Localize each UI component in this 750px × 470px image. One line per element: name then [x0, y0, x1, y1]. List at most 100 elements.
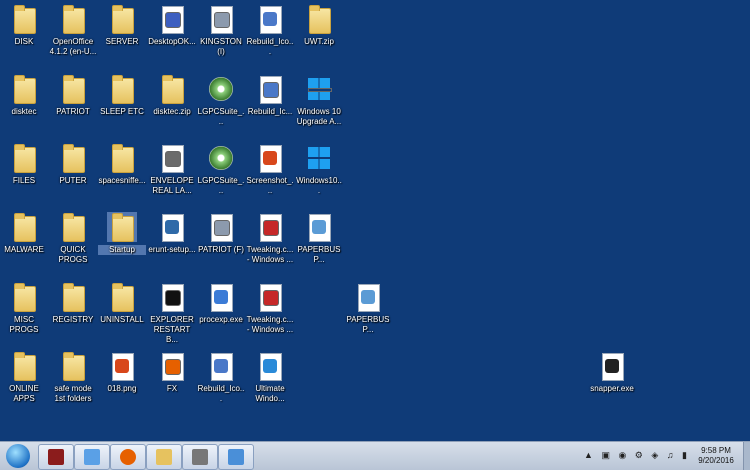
desktop-icon-procexp[interactable]: procexp.exe: [197, 282, 245, 325]
clock-date: 9/20/2016: [698, 456, 734, 465]
folder-icon: [9, 351, 39, 381]
folder-icon: [58, 212, 88, 242]
grid-app-icon: [157, 4, 187, 34]
folder-icon: [9, 74, 39, 104]
desktop-icon-lgpcsuite-2[interactable]: LGPCSuite_...: [197, 143, 245, 196]
desktop-icon-paperbusp-2[interactable]: PAPERBUSP...: [344, 282, 392, 335]
desktop-icon-uwt-zip[interactable]: UWT.zip: [295, 4, 343, 47]
folder-icon: [107, 4, 137, 34]
camera-icon: [597, 351, 627, 381]
image-file-icon: [304, 212, 334, 242]
folder-icon: [156, 449, 172, 465]
desktop-icon-tweaking-1[interactable]: Tweaking.c... - Windows ...: [246, 212, 294, 265]
folder-icon: [107, 282, 137, 312]
desktop-icon-openoffice[interactable]: OpenOffice 4.1.2 (en-U...: [49, 4, 97, 57]
zip-folder-icon: [304, 4, 334, 34]
desktop-icon-explorer-restart[interactable]: EXPLORER RESTART B...: [148, 282, 196, 345]
desktop-icon-kingston[interactable]: KINGSTON (I): [197, 4, 245, 57]
system-tray[interactable]: ▲ ▣ ◉ ⚙ ◈ ♫ ▮: [584, 450, 690, 461]
desktop-icon-spacesniffer[interactable]: spacesniffe...: [98, 143, 146, 186]
desktop-icon-rebuild-ico-1[interactable]: Rebuild_Ico...: [246, 4, 294, 57]
desktop-icon-rebuild-ico-3[interactable]: Rebuild_Ico...: [197, 351, 245, 404]
folder-icon: [107, 143, 137, 173]
desktop-icon-lgpcsuite-1[interactable]: LGPCSuite_...: [197, 74, 245, 127]
folder-icon: [58, 282, 88, 312]
image-file-icon: [255, 143, 285, 173]
desktop-icon-018-png[interactable]: 018.png: [98, 351, 146, 394]
desktop-icon-erunt-setup[interactable]: erunt-setup...: [148, 212, 196, 255]
clock[interactable]: 9:58 PM 9/20/2016: [692, 446, 740, 466]
printer-document-icon: [157, 143, 187, 173]
desktop-icon-paperbusp-1[interactable]: PAPERBUSP...: [295, 212, 343, 265]
zip-folder-icon: [157, 74, 187, 104]
taskbar-explorer-button[interactable]: [146, 444, 182, 470]
desktop-icon-disk[interactable]: DISK: [0, 4, 48, 47]
desktop-icon-safe-mode[interactable]: safe mode 1st folders: [49, 351, 97, 404]
folder-icon: [107, 212, 137, 242]
desktop-icon-rebuild-ic-2[interactable]: Rebuild_Ic...: [246, 74, 294, 117]
gear-document-icon: [255, 4, 285, 34]
desktop-icon-files[interactable]: FILES: [0, 143, 48, 186]
usb-drive-icon: [206, 212, 236, 242]
desktop-icon-server[interactable]: SERVER: [98, 4, 146, 47]
desktop-icon-quick-progs[interactable]: QUICK PROGS: [49, 212, 97, 265]
desktop-icon-online-apps[interactable]: ONLINE APPS: [0, 351, 48, 404]
taskbar-firefox-button[interactable]: [110, 444, 146, 470]
desktop-icon-disktec[interactable]: disktec: [0, 74, 48, 117]
window-icon: [84, 449, 100, 465]
installer-icon: [157, 212, 187, 242]
taskbar-app-button[interactable]: [74, 444, 110, 470]
show-desktop-button[interactable]: [743, 442, 750, 470]
desktop-icon-registry[interactable]: REGISTRY: [49, 282, 97, 325]
clipboard-icon: [192, 449, 208, 465]
folder-icon: [58, 351, 88, 381]
desktop-icon-screenshot[interactable]: Screenshot_...: [246, 143, 294, 196]
taskbar-calculator-button[interactable]: [38, 444, 74, 470]
desktop-icon-envelope[interactable]: ENVELOPE REAL LA...: [148, 143, 196, 196]
folder-icon: [9, 212, 39, 242]
firefox-document-icon: [157, 351, 187, 381]
folder-icon: [9, 143, 39, 173]
desktop-icon-desktopok[interactable]: DesktopOK...: [148, 4, 196, 47]
folder-icon: [107, 74, 137, 104]
start-button[interactable]: [6, 444, 30, 468]
disc-icon: [206, 143, 236, 173]
desktop-icon-disktec-zip[interactable]: disktec.zip: [148, 74, 196, 117]
disc-icon: [206, 74, 236, 104]
desktop-icon-startup[interactable]: Startup: [98, 212, 146, 255]
desktop-icon-malware[interactable]: MALWARE: [0, 212, 48, 255]
desktop-icon-misc-progs[interactable]: MISC PROGS: [0, 282, 48, 335]
desktop-icon-patriot-f[interactable]: PATRIOT (F): [197, 212, 245, 255]
desktop-icon-uninstall[interactable]: UNINSTALL: [98, 282, 146, 325]
taskbar-clipboard-button[interactable]: [182, 444, 218, 470]
image-file-icon: [353, 282, 383, 312]
windows-logo-icon: [304, 143, 334, 173]
desktop-icon-windows10[interactable]: Windows10...: [295, 143, 343, 196]
firefox-icon: [120, 449, 136, 465]
desktop-icon-snapper[interactable]: snapper.exe: [588, 351, 636, 394]
toolbox-icon: [255, 212, 285, 242]
gear-document-icon: [255, 74, 285, 104]
taskbar-control-panel-button[interactable]: [218, 444, 254, 470]
gear-document-icon: [206, 351, 236, 381]
taskbar: ▲ ▣ ◉ ⚙ ◈ ♫ ▮ 9:58 PM 9/20/2016: [0, 441, 750, 470]
folder-icon: [9, 282, 39, 312]
desktop[interactable]: DISK OpenOffice 4.1.2 (en-U... SERVER De…: [0, 0, 750, 441]
desktop-icon-sleep-etc[interactable]: SLEEP ETC: [98, 74, 146, 117]
calculator-icon: [48, 449, 64, 465]
desktop-icon-ultimate-windows[interactable]: Ultimate Windo...: [246, 351, 294, 404]
process-explorer-icon: [206, 282, 236, 312]
desktop-icon-tweaking-2[interactable]: Tweaking.c... - Windows ...: [246, 282, 294, 335]
desktop-icon-fx[interactable]: FX: [148, 351, 196, 394]
control-panel-icon: [228, 449, 244, 465]
windows-orb-icon: [255, 351, 285, 381]
desktop-icon-patriot[interactable]: PATRIOT: [49, 74, 97, 117]
folder-icon: [58, 74, 88, 104]
toolbox-icon: [255, 282, 285, 312]
desktop-icon-puter[interactable]: PUTER: [49, 143, 97, 186]
clock-time: 9:58 PM: [701, 446, 731, 455]
windows-logo-icon: [304, 74, 334, 104]
usb-drive-icon: [206, 4, 236, 34]
desktop-icon-windows10-upgrade[interactable]: Windows 10 Upgrade A...: [295, 74, 343, 127]
folder-icon: [9, 4, 39, 34]
